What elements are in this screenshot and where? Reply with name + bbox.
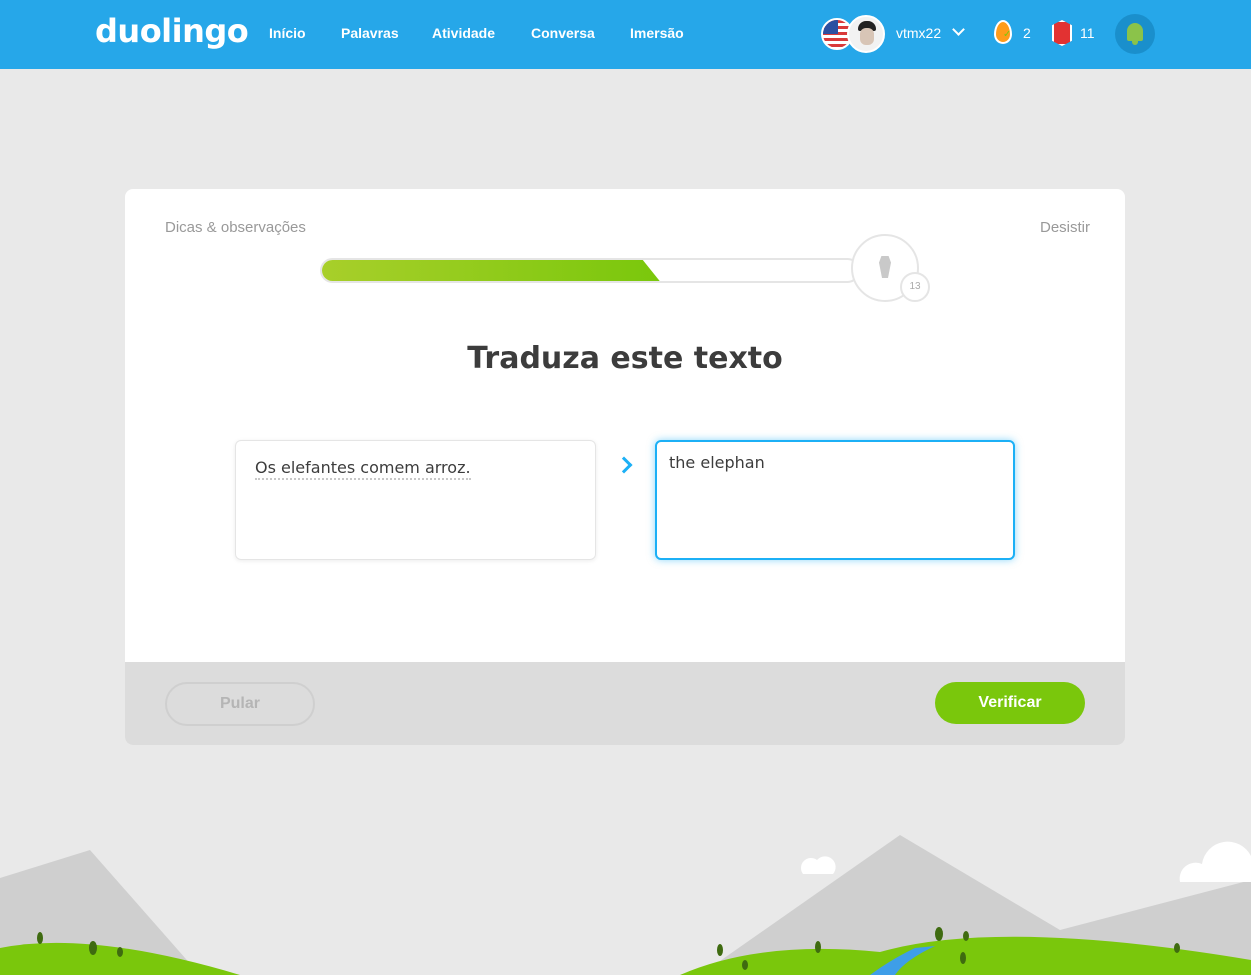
nav-link-conversa[interactable]: Conversa	[531, 25, 595, 41]
gem-icon[interactable]	[1052, 20, 1072, 46]
landscape-illustration	[0, 835, 1251, 975]
avatar[interactable]	[847, 15, 885, 53]
nav-link-atividade[interactable]: Atividade	[432, 25, 495, 41]
bell-icon	[1127, 23, 1143, 45]
skip-button[interactable]: Pular	[165, 682, 315, 726]
prompt-title: Traduza este texto	[467, 341, 783, 376]
notifications-button[interactable]	[1115, 14, 1155, 54]
trophy-count-badge: 13	[900, 272, 930, 302]
progress-fill	[322, 260, 660, 281]
trophy-icon	[879, 256, 891, 278]
lesson-card: Dicas & observações Desistir 13 Traduza …	[125, 189, 1125, 745]
hints-link[interactable]: Dicas & observações	[165, 219, 306, 236]
chevron-down-icon[interactable]	[952, 23, 965, 36]
source-sentence[interactable]: Os elefantes comem arroz.	[255, 458, 471, 480]
cloud-small	[800, 856, 836, 874]
nav-link-inicio[interactable]: Início	[269, 25, 306, 41]
streak-count: 2	[1023, 25, 1031, 41]
check-button[interactable]: Verificar	[935, 682, 1085, 724]
chevron-right-icon	[615, 456, 633, 474]
quit-link[interactable]: Desistir	[1040, 219, 1090, 236]
username-label[interactable]: vtmx22	[896, 25, 941, 41]
lesson-footer: Pular Verificar	[125, 662, 1125, 745]
duolingo-logo[interactable]: duolingo	[95, 12, 249, 50]
lesson-progress-bar	[320, 258, 860, 283]
gems-count: 11	[1080, 25, 1095, 41]
top-nav-bar: duolingo Início Palavras Atividade Conve…	[0, 0, 1251, 69]
nav-link-imersao[interactable]: Imersão	[630, 25, 684, 41]
cloud-large	[1179, 841, 1251, 882]
flame-icon[interactable]	[994, 20, 1012, 44]
translation-input[interactable]	[655, 440, 1015, 560]
source-sentence-box: Os elefantes comem arroz.	[235, 440, 596, 560]
nav-link-palavras[interactable]: Palavras	[341, 25, 399, 41]
